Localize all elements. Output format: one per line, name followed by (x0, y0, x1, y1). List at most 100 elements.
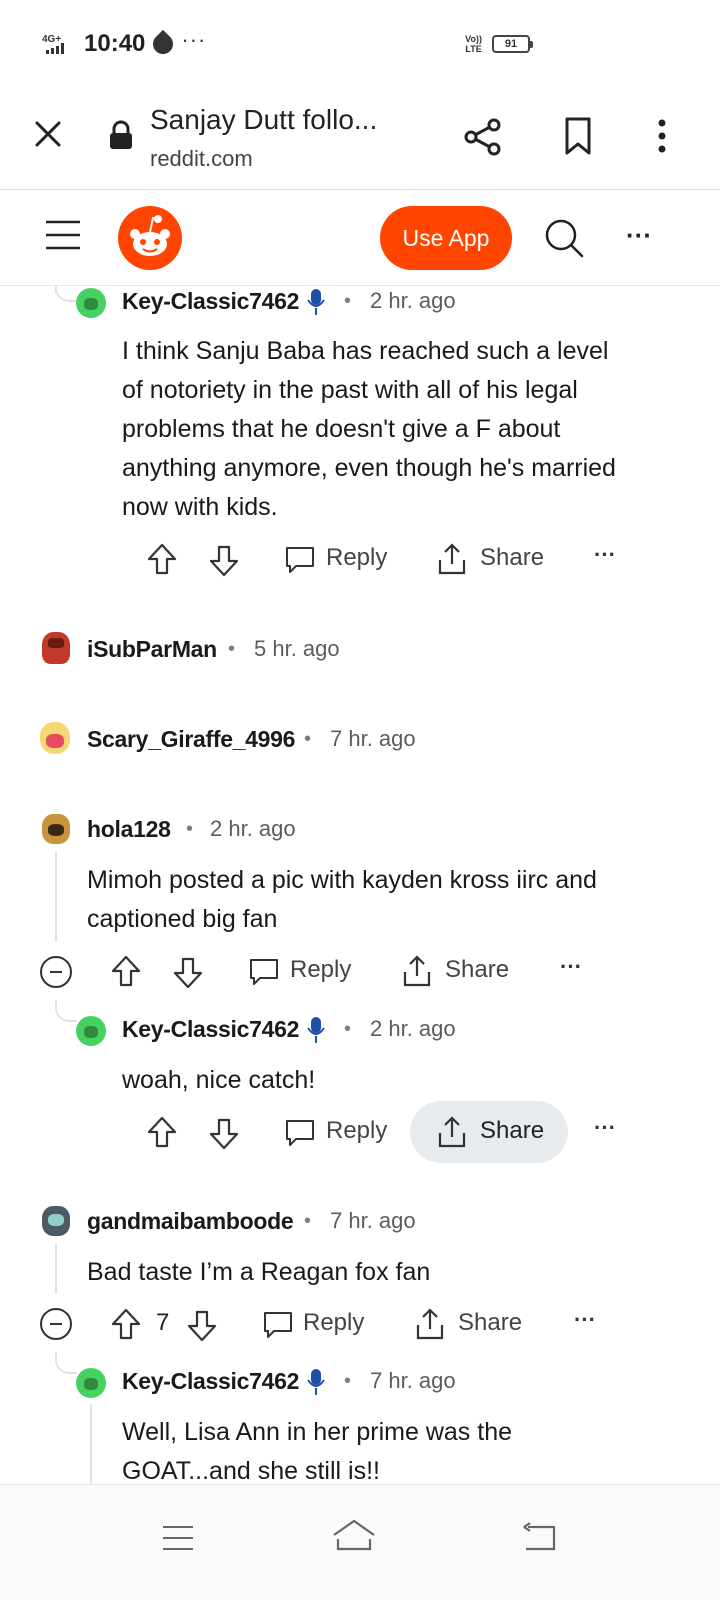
share-icon[interactable] (436, 1115, 468, 1154)
comment-line: captioned big fan (87, 905, 278, 933)
upvote-icon[interactable] (146, 1115, 178, 1154)
comment-line: now with kids. (122, 493, 278, 521)
thread-line (90, 1404, 92, 1484)
more-options-icon[interactable]: ··· (626, 220, 666, 256)
comment-thread: Key-Classic7462 • 2 hr. ago I think Sanj… (0, 286, 720, 1484)
system-navigation-bar (0, 1484, 720, 1600)
downvote-icon[interactable] (208, 1117, 240, 1156)
share-button[interactable]: Share (480, 1117, 544, 1145)
comment-time[interactable]: 2 hr. ago (370, 288, 456, 314)
comment-line: Bad taste I’m a Reagan fox fan (87, 1258, 431, 1286)
share-icon[interactable] (462, 116, 504, 158)
recent-apps-icon[interactable] (160, 1523, 196, 1558)
comment-author[interactable]: gandmaibamboode (87, 1208, 294, 1235)
comment-time[interactable]: 7 hr. ago (370, 1368, 456, 1394)
separator-dot: • (344, 1370, 352, 1392)
comment-author[interactable]: Key-Classic7462 (122, 288, 299, 315)
home-icon[interactable] (330, 1515, 378, 1560)
separator-dot: • (344, 1018, 352, 1040)
microphone-icon (306, 288, 326, 316)
avatar-face (84, 1378, 98, 1390)
comment-time[interactable]: 5 hr. ago (254, 636, 340, 662)
comment-author[interactable]: iSubParMan (87, 636, 217, 663)
avatar-face (84, 1026, 98, 1038)
downvote-icon[interactable] (172, 956, 204, 995)
upvote-icon[interactable] (110, 954, 142, 993)
volte-icon: Vo)) LTE (465, 34, 482, 54)
downvote-icon[interactable] (208, 544, 240, 583)
use-app-button[interactable]: Use App (380, 206, 512, 270)
microphone-icon (306, 1368, 326, 1396)
reply-button[interactable]: Reply (290, 956, 351, 984)
hamburger-menu-icon[interactable] (44, 218, 82, 252)
search-icon[interactable] (542, 216, 586, 260)
thread-curve (55, 286, 77, 302)
close-icon[interactable] (30, 116, 66, 152)
comment-author[interactable]: Scary_Giraffe_4996 (87, 726, 295, 753)
more-actions-icon[interactable]: ··· (560, 954, 582, 980)
more-actions-icon[interactable]: ··· (594, 542, 616, 568)
downvote-icon[interactable] (186, 1309, 218, 1348)
reply-icon[interactable] (248, 956, 280, 993)
comment-line: problems that he doesn't give a F about (122, 415, 561, 443)
reply-button[interactable]: Reply (326, 1117, 387, 1145)
comment-line: Mimoh posted a pic with kayden kross iir… (87, 866, 597, 894)
page-url[interactable]: reddit.com (150, 146, 253, 172)
upvote-icon[interactable] (110, 1307, 142, 1346)
battery-icon: 91 (492, 35, 533, 53)
vote-score: 7 (156, 1309, 170, 1336)
avatar (42, 632, 70, 664)
collapse-thread-button[interactable] (40, 956, 72, 988)
avatar-face (48, 638, 64, 648)
share-icon[interactable] (436, 542, 468, 581)
bookmark-icon[interactable] (560, 116, 596, 156)
collapse-thread-button[interactable] (40, 1308, 72, 1340)
more-actions-icon[interactable]: ··· (574, 1307, 596, 1333)
upvote-icon[interactable] (146, 542, 178, 581)
separator-dot: • (304, 728, 312, 750)
comment-time[interactable]: 2 hr. ago (210, 816, 296, 842)
microphone-icon (306, 1016, 326, 1044)
separator-dot: • (186, 818, 194, 840)
browser-toolbar: Sanjay Dutt follo... reddit.com (0, 92, 720, 190)
notification-leaf-icon (149, 29, 178, 59)
comment-time[interactable]: 7 hr. ago (330, 1208, 416, 1234)
reddit-logo-icon[interactable] (118, 206, 182, 270)
thread-curve (55, 1352, 77, 1374)
more-actions-icon[interactable]: ··· (594, 1115, 616, 1141)
overflow-menu-icon[interactable] (644, 116, 680, 156)
comment-author[interactable]: Key-Classic7462 (122, 1016, 299, 1043)
back-icon[interactable] (520, 1521, 560, 1558)
comment-time[interactable]: 2 hr. ago (370, 1016, 456, 1042)
avatar-face (48, 824, 64, 836)
comment-time[interactable]: 7 hr. ago (330, 726, 416, 752)
thread-line (55, 852, 57, 942)
comment-body: Well, Lisa Ann in her prime was the GOAT… (122, 1413, 682, 1484)
reply-button[interactable]: Reply (326, 544, 387, 572)
comment-line: woah, nice catch! (122, 1066, 316, 1094)
separator-dot: • (304, 1210, 312, 1232)
comment-line: GOAT...and she still is!! (122, 1457, 380, 1484)
share-button[interactable]: Share (445, 956, 509, 984)
lock-icon (108, 120, 134, 150)
comment-body: Mimoh posted a pic with kayden kross iir… (87, 861, 707, 939)
reply-button[interactable]: Reply (303, 1309, 364, 1337)
separator-dot: • (228, 638, 236, 660)
battery-level: 91 (504, 38, 518, 50)
thread-line (55, 1244, 57, 1294)
share-icon[interactable] (414, 1307, 446, 1346)
share-icon[interactable] (401, 954, 433, 993)
comment-author[interactable]: Key-Classic7462 (122, 1368, 299, 1395)
avatar-face (46, 734, 64, 748)
comment-body: Bad taste I’m a Reagan fox fan (87, 1253, 707, 1292)
separator-dot: • (344, 290, 352, 312)
share-button[interactable]: Share (480, 544, 544, 572)
comment-author[interactable]: hola128 (87, 816, 171, 843)
reply-icon[interactable] (284, 544, 316, 581)
thread-curve (55, 1000, 77, 1022)
page-title[interactable]: Sanjay Dutt follo... (150, 104, 377, 136)
more-notifications-icon: ··· (181, 27, 207, 52)
reply-icon[interactable] (262, 1309, 294, 1346)
share-button[interactable]: Share (458, 1309, 522, 1337)
reply-icon[interactable] (284, 1117, 316, 1154)
